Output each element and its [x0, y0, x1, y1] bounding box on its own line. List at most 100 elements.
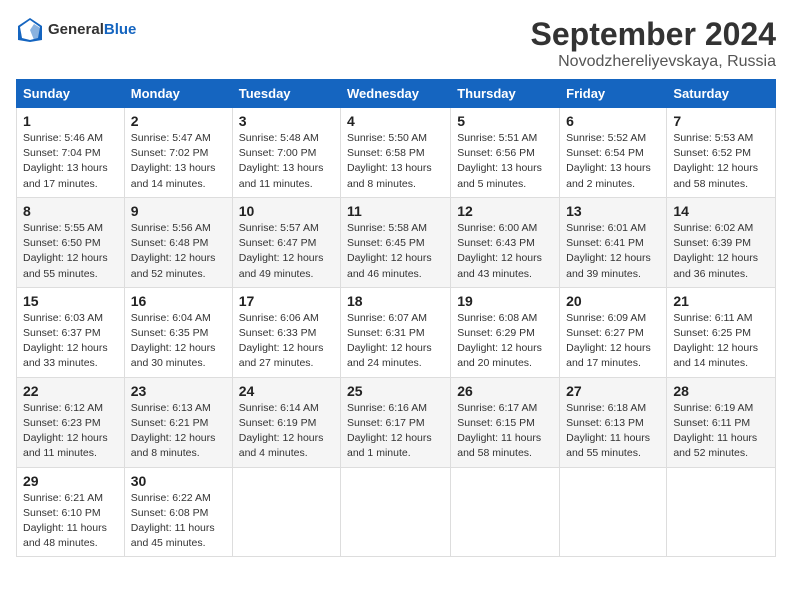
- day-detail: Sunrise: 6:14 AMSunset: 6:19 PMDaylight:…: [239, 401, 334, 462]
- day-number: 16: [131, 293, 226, 309]
- day-number: 27: [566, 383, 660, 399]
- day-detail: Sunrise: 6:09 AMSunset: 6:27 PMDaylight:…: [566, 311, 660, 372]
- table-row: 5 Sunrise: 5:51 AMSunset: 6:56 PMDayligh…: [451, 108, 560, 198]
- table-row: 28 Sunrise: 6:19 AMSunset: 6:11 PMDaylig…: [667, 377, 776, 467]
- table-row: 2 Sunrise: 5:47 AMSunset: 7:02 PMDayligh…: [124, 108, 232, 198]
- table-row: 13 Sunrise: 6:01 AMSunset: 6:41 PMDaylig…: [560, 197, 667, 287]
- day-detail: Sunrise: 6:12 AMSunset: 6:23 PMDaylight:…: [23, 401, 118, 462]
- logo-general: General: [48, 21, 104, 38]
- day-number: 25: [347, 383, 444, 399]
- day-number: 14: [673, 203, 769, 219]
- day-detail: Sunrise: 5:51 AMSunset: 6:56 PMDaylight:…: [457, 131, 553, 192]
- calendar-week-row: 1 Sunrise: 5:46 AMSunset: 7:04 PMDayligh…: [17, 108, 776, 198]
- day-detail: Sunrise: 5:50 AMSunset: 6:58 PMDaylight:…: [347, 131, 444, 192]
- table-row: 4 Sunrise: 5:50 AMSunset: 6:58 PMDayligh…: [341, 108, 451, 198]
- day-number: 4: [347, 113, 444, 129]
- day-detail: Sunrise: 6:18 AMSunset: 6:13 PMDaylight:…: [566, 401, 660, 462]
- day-number: 2: [131, 113, 226, 129]
- table-row: 23 Sunrise: 6:13 AMSunset: 6:21 PMDaylig…: [124, 377, 232, 467]
- day-detail: Sunrise: 6:19 AMSunset: 6:11 PMDaylight:…: [673, 401, 769, 462]
- day-number: 11: [347, 203, 444, 219]
- day-number: 22: [23, 383, 118, 399]
- day-detail: Sunrise: 6:08 AMSunset: 6:29 PMDaylight:…: [457, 311, 553, 372]
- day-detail: Sunrise: 5:46 AMSunset: 7:04 PMDaylight:…: [23, 131, 118, 192]
- day-number: 26: [457, 383, 553, 399]
- day-number: 1: [23, 113, 118, 129]
- logo-blue: Blue: [104, 21, 137, 38]
- month-title: September 2024: [531, 16, 776, 53]
- calendar-week-row: 22 Sunrise: 6:12 AMSunset: 6:23 PMDaylig…: [17, 377, 776, 467]
- day-detail: Sunrise: 5:55 AMSunset: 6:50 PMDaylight:…: [23, 221, 118, 282]
- table-row: 18 Sunrise: 6:07 AMSunset: 6:31 PMDaylig…: [341, 287, 451, 377]
- table-row: 29 Sunrise: 6:21 AMSunset: 6:10 PMDaylig…: [17, 467, 125, 557]
- day-number: 7: [673, 113, 769, 129]
- table-row: 15 Sunrise: 6:03 AMSunset: 6:37 PMDaylig…: [17, 287, 125, 377]
- day-number: 21: [673, 293, 769, 309]
- day-number: 24: [239, 383, 334, 399]
- day-number: 6: [566, 113, 660, 129]
- table-row: 17 Sunrise: 6:06 AMSunset: 6:33 PMDaylig…: [232, 287, 340, 377]
- header-wednesday: Wednesday: [341, 80, 451, 108]
- day-detail: Sunrise: 6:16 AMSunset: 6:17 PMDaylight:…: [347, 401, 444, 462]
- header-monday: Monday: [124, 80, 232, 108]
- day-number: 18: [347, 293, 444, 309]
- table-row: 12 Sunrise: 6:00 AMSunset: 6:43 PMDaylig…: [451, 197, 560, 287]
- calendar: Sunday Monday Tuesday Wednesday Thursday…: [16, 79, 776, 557]
- calendar-week-row: 29 Sunrise: 6:21 AMSunset: 6:10 PMDaylig…: [17, 467, 776, 557]
- table-row: 3 Sunrise: 5:48 AMSunset: 7:00 PMDayligh…: [232, 108, 340, 198]
- day-detail: Sunrise: 5:57 AMSunset: 6:47 PMDaylight:…: [239, 221, 334, 282]
- header-tuesday: Tuesday: [232, 80, 340, 108]
- day-detail: Sunrise: 6:11 AMSunset: 6:25 PMDaylight:…: [673, 311, 769, 372]
- day-number: 13: [566, 203, 660, 219]
- table-row: 30 Sunrise: 6:22 AMSunset: 6:08 PMDaylig…: [124, 467, 232, 557]
- day-number: 9: [131, 203, 226, 219]
- day-number: 20: [566, 293, 660, 309]
- header-thursday: Thursday: [451, 80, 560, 108]
- location: Novodzhereliyevskaya, Russia: [531, 53, 776, 71]
- table-row: 11 Sunrise: 5:58 AMSunset: 6:45 PMDaylig…: [341, 197, 451, 287]
- day-detail: Sunrise: 6:13 AMSunset: 6:21 PMDaylight:…: [131, 401, 226, 462]
- title-block: September 2024 Novodzhereliyevskaya, Rus…: [531, 16, 776, 71]
- table-row: [232, 467, 340, 557]
- table-row: 14 Sunrise: 6:02 AMSunset: 6:39 PMDaylig…: [667, 197, 776, 287]
- table-row: [667, 467, 776, 557]
- day-number: 29: [23, 473, 118, 489]
- page-header: GeneralBlue September 2024 Novodzhereliy…: [16, 16, 776, 71]
- day-detail: Sunrise: 6:03 AMSunset: 6:37 PMDaylight:…: [23, 311, 118, 372]
- table-row: 21 Sunrise: 6:11 AMSunset: 6:25 PMDaylig…: [667, 287, 776, 377]
- day-detail: Sunrise: 5:52 AMSunset: 6:54 PMDaylight:…: [566, 131, 660, 192]
- day-detail: Sunrise: 6:06 AMSunset: 6:33 PMDaylight:…: [239, 311, 334, 372]
- table-row: [560, 467, 667, 557]
- day-detail: Sunrise: 6:17 AMSunset: 6:15 PMDaylight:…: [457, 401, 553, 462]
- table-row: 10 Sunrise: 5:57 AMSunset: 6:47 PMDaylig…: [232, 197, 340, 287]
- table-row: [451, 467, 560, 557]
- table-row: 16 Sunrise: 6:04 AMSunset: 6:35 PMDaylig…: [124, 287, 232, 377]
- table-row: [341, 467, 451, 557]
- table-row: 27 Sunrise: 6:18 AMSunset: 6:13 PMDaylig…: [560, 377, 667, 467]
- day-number: 8: [23, 203, 118, 219]
- table-row: 19 Sunrise: 6:08 AMSunset: 6:29 PMDaylig…: [451, 287, 560, 377]
- logo: GeneralBlue: [16, 16, 136, 44]
- table-row: 20 Sunrise: 6:09 AMSunset: 6:27 PMDaylig…: [560, 287, 667, 377]
- table-row: 6 Sunrise: 5:52 AMSunset: 6:54 PMDayligh…: [560, 108, 667, 198]
- day-number: 15: [23, 293, 118, 309]
- day-number: 19: [457, 293, 553, 309]
- table-row: 22 Sunrise: 6:12 AMSunset: 6:23 PMDaylig…: [17, 377, 125, 467]
- day-detail: Sunrise: 6:04 AMSunset: 6:35 PMDaylight:…: [131, 311, 226, 372]
- header-saturday: Saturday: [667, 80, 776, 108]
- table-row: 1 Sunrise: 5:46 AMSunset: 7:04 PMDayligh…: [17, 108, 125, 198]
- table-row: 25 Sunrise: 6:16 AMSunset: 6:17 PMDaylig…: [341, 377, 451, 467]
- day-number: 10: [239, 203, 334, 219]
- table-row: 8 Sunrise: 5:55 AMSunset: 6:50 PMDayligh…: [17, 197, 125, 287]
- logo-text: GeneralBlue: [48, 22, 136, 39]
- table-row: 26 Sunrise: 6:17 AMSunset: 6:15 PMDaylig…: [451, 377, 560, 467]
- day-detail: Sunrise: 6:00 AMSunset: 6:43 PMDaylight:…: [457, 221, 553, 282]
- day-number: 3: [239, 113, 334, 129]
- day-detail: Sunrise: 6:01 AMSunset: 6:41 PMDaylight:…: [566, 221, 660, 282]
- table-row: 24 Sunrise: 6:14 AMSunset: 6:19 PMDaylig…: [232, 377, 340, 467]
- header-sunday: Sunday: [17, 80, 125, 108]
- calendar-week-row: 8 Sunrise: 5:55 AMSunset: 6:50 PMDayligh…: [17, 197, 776, 287]
- day-number: 12: [457, 203, 553, 219]
- day-detail: Sunrise: 6:21 AMSunset: 6:10 PMDaylight:…: [23, 491, 118, 552]
- day-detail: Sunrise: 5:53 AMSunset: 6:52 PMDaylight:…: [673, 131, 769, 192]
